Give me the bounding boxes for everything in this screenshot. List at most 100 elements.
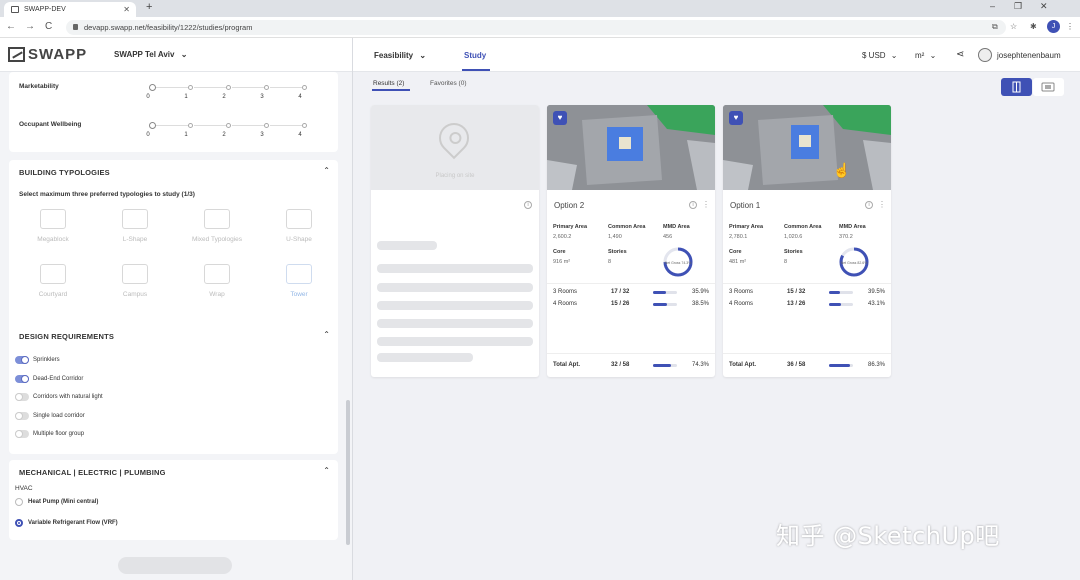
typology-campus[interactable]: Campus bbox=[108, 264, 162, 310]
forward-button[interactable]: → bbox=[25, 21, 35, 32]
total-apt-count: 32 / 58 bbox=[611, 362, 630, 368]
stories-value: 8 bbox=[784, 259, 788, 265]
extensions-icon[interactable]: ✱ bbox=[1030, 22, 1037, 31]
info-icon[interactable]: i bbox=[689, 201, 697, 209]
tab-close-icon[interactable]: ✕ bbox=[123, 2, 130, 17]
site-thumbnail[interactable]: ♥ bbox=[547, 105, 715, 190]
rating-track bbox=[232, 87, 264, 88]
nav-study[interactable]: Study bbox=[464, 51, 486, 60]
building-core bbox=[619, 137, 631, 149]
typology-megablock[interactable]: Megablock bbox=[26, 209, 80, 255]
rating-option-dot[interactable] bbox=[226, 85, 231, 90]
share-icon[interactable]: ⋖ bbox=[956, 49, 964, 60]
window-close-button[interactable]: ✕ bbox=[1040, 1, 1048, 12]
swapp-logo[interactable]: SWAPP bbox=[8, 46, 87, 63]
favorite-heart-icon[interactable]: ♥ bbox=[553, 111, 567, 125]
room-progress-fill bbox=[829, 291, 841, 294]
sidebar-action-button[interactable] bbox=[118, 557, 232, 574]
rating-scale-number: 1 bbox=[184, 132, 188, 138]
browser-profile-avatar[interactable]: J bbox=[1047, 20, 1060, 33]
typology-mixed[interactable]: Mixed Typologies bbox=[190, 209, 244, 255]
option-card[interactable]: ♥ Option 2 i ⋮ Primary Area 2,600.2 Common Are… bbox=[547, 105, 715, 377]
room-type-label: 3 Rooms bbox=[553, 289, 578, 295]
toggle-switch[interactable] bbox=[15, 374, 29, 383]
currency-selector[interactable]: $ USD ⌄ bbox=[862, 51, 898, 60]
install-app-icon[interactable]: ⧉ bbox=[992, 22, 998, 32]
unit-selector[interactable]: m² ⌄ bbox=[915, 51, 936, 60]
core-label: Core bbox=[729, 249, 742, 255]
username[interactable]: josephtenenbaum bbox=[997, 51, 1061, 60]
primary-area-label: Primary Area bbox=[729, 224, 764, 230]
window-restore-button[interactable]: ❐ bbox=[1014, 1, 1022, 12]
rating-option-dot[interactable] bbox=[149, 84, 156, 91]
option-vrf-label: Variable Refrigerant Flow (VRF) bbox=[28, 520, 118, 526]
rating-option-dot[interactable] bbox=[149, 122, 156, 129]
rating-option-dot[interactable] bbox=[188, 85, 193, 90]
typology-l-shape[interactable]: L-Shape bbox=[108, 209, 162, 255]
radio-heat-pump[interactable] bbox=[15, 498, 23, 506]
grid-view-button[interactable] bbox=[1001, 78, 1032, 96]
divider bbox=[723, 353, 891, 354]
collapse-chevron-icon[interactable]: ⌃ bbox=[323, 466, 330, 475]
stories-label: Stories bbox=[784, 249, 803, 255]
user-avatar[interactable] bbox=[978, 48, 992, 62]
option-card[interactable]: ☝ ♥ Option 1 i ⋮ Primary Area 2,780.1 Common Ar… bbox=[723, 105, 891, 377]
toggle-knob bbox=[21, 356, 29, 364]
window-minimize-button[interactable]: – bbox=[990, 1, 995, 11]
bookmark-star-icon[interactable]: ☆ bbox=[1010, 22, 1017, 31]
toggle-switch[interactable] bbox=[15, 356, 29, 364]
rating-option-dot[interactable] bbox=[264, 123, 269, 128]
toggle-switch[interactable] bbox=[15, 411, 29, 420]
option-heat-pump-label: Heat Pump (Mini central) bbox=[28, 499, 99, 505]
rating-option-dot[interactable] bbox=[188, 123, 193, 128]
skeleton-line bbox=[377, 353, 473, 362]
tab-favorites[interactable]: Favorites (0) bbox=[430, 80, 466, 87]
more-options-icon[interactable]: ⋮ bbox=[878, 200, 886, 209]
room-type-label: 3 Rooms bbox=[729, 289, 754, 295]
browser-tab[interactable]: SWAPP-DEV ✕ bbox=[4, 2, 136, 17]
sidebar-scrollbar[interactable] bbox=[346, 400, 350, 545]
rating-option-dot[interactable] bbox=[302, 123, 307, 128]
reload-button[interactable]: C bbox=[45, 21, 52, 32]
chevron-down-icon: ⌄ bbox=[419, 51, 427, 60]
ratings-panel: Marketability Occupant Wellbeing 0 1 2 3 4 0 1… bbox=[9, 72, 338, 152]
project-name: SWAPP Tel Aviv bbox=[114, 50, 175, 59]
favorite-heart-icon[interactable]: ♥ bbox=[729, 111, 743, 125]
collapse-chevron-icon[interactable]: ⌃ bbox=[323, 166, 330, 175]
rating-track bbox=[270, 87, 302, 88]
ring-label: Net Gross 82.6% bbox=[841, 261, 868, 265]
back-button[interactable]: ← bbox=[6, 21, 16, 32]
more-options-icon[interactable]: ⋮ bbox=[702, 200, 710, 209]
toggle-switch[interactable] bbox=[15, 430, 29, 438]
new-tab-button[interactable]: + bbox=[146, 1, 152, 13]
typology-wrap[interactable]: Wrap bbox=[190, 264, 244, 310]
divider bbox=[547, 283, 715, 284]
typology-u-shape[interactable]: U-Shape bbox=[272, 209, 326, 255]
browser-menu-icon[interactable]: ⋮ bbox=[1066, 22, 1074, 31]
collapse-chevron-icon[interactable]: ⌃ bbox=[323, 330, 330, 339]
typology-courtyard[interactable]: Courtyard bbox=[26, 264, 80, 310]
room-percentage: 35.9% bbox=[691, 289, 709, 295]
common-area-label: Common Area bbox=[784, 224, 822, 230]
rating-option-dot[interactable] bbox=[264, 85, 269, 90]
info-icon[interactable]: i bbox=[524, 201, 532, 209]
wrap-icon bbox=[204, 264, 230, 284]
hvac-label: HVAC bbox=[15, 485, 33, 492]
address-bar[interactable]: devapp.swapp.net/feasibility/1222/studie… bbox=[66, 20, 1006, 35]
toggle-knob bbox=[15, 430, 23, 438]
rating-option-dot[interactable] bbox=[226, 123, 231, 128]
info-icon[interactable]: i bbox=[865, 201, 873, 209]
total-percentage: 86.3% bbox=[867, 362, 885, 368]
radio-vrf[interactable] bbox=[15, 519, 23, 527]
megablock-icon bbox=[40, 209, 66, 229]
mmd-area-label: MMD Area bbox=[663, 224, 690, 230]
nav-feasibility[interactable]: Feasibility ⌄ bbox=[374, 51, 426, 60]
rating-option-dot[interactable] bbox=[302, 85, 307, 90]
map-view-button[interactable] bbox=[1033, 78, 1064, 96]
toggle-switch[interactable] bbox=[15, 393, 29, 401]
tab-results[interactable]: Results (2) bbox=[373, 80, 404, 87]
room-progress-fill bbox=[829, 303, 841, 306]
site-thumbnail[interactable]: ☝ ♥ bbox=[723, 105, 891, 190]
project-selector[interactable]: SWAPP Tel Aviv ⌄ bbox=[114, 50, 187, 59]
typology-tower[interactable]: Tower bbox=[272, 264, 326, 310]
